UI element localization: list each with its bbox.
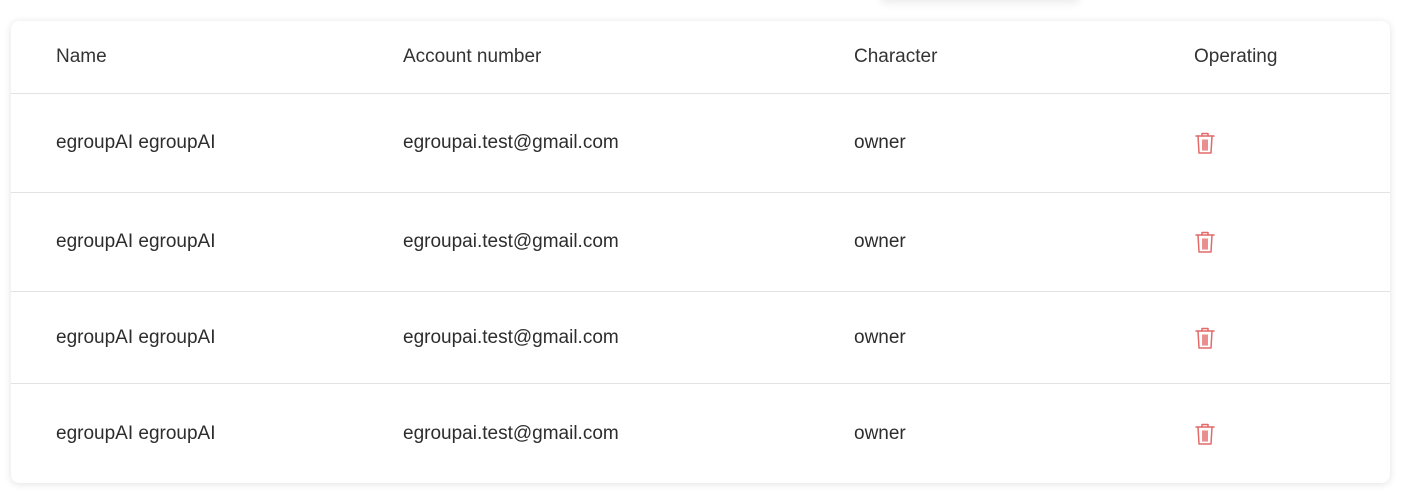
members-table: Name Account number Character Operating … [11,21,1390,483]
trash-icon [1195,423,1215,445]
table-row: egroupAI egroupAI egroupai.test@gmail.co… [11,94,1390,193]
delete-member-button[interactable] [1194,325,1216,351]
table-row: egroupAI egroupAI egroupai.test@gmail.co… [11,384,1390,483]
member-account: egroupai.test@gmail.com [403,422,619,444]
member-account: egroupai.test@gmail.com [403,132,619,153]
operating-cell [1194,193,1216,291]
column-header-name: Name [56,46,107,67]
trash-icon [1195,327,1215,349]
member-name: egroupAI egroupAI [56,422,216,444]
trash-icon [1195,132,1215,154]
operating-cell [1194,94,1216,192]
member-character: owner [854,231,906,252]
table-header: Name Account number Character Operating [11,21,1390,94]
delete-member-button[interactable] [1194,421,1216,447]
member-account: egroupai.test@gmail.com [403,231,619,252]
member-character: owner [854,422,906,444]
column-header-operating: Operating [1194,46,1278,67]
member-character: owner [854,326,906,348]
column-header-account-number: Account number [403,46,542,67]
member-character: owner [854,132,906,153]
member-account: egroupai.test@gmail.com [403,326,619,348]
delete-member-button[interactable] [1194,229,1216,255]
operating-cell [1194,384,1216,483]
operating-cell [1194,292,1216,383]
column-header-character: Character [854,46,938,67]
table-row: egroupAI egroupAI egroupai.test@gmail.co… [11,193,1390,292]
delete-member-button[interactable] [1194,130,1216,156]
trash-icon [1195,231,1215,253]
member-name: egroupAI egroupAI [56,231,216,252]
member-name: egroupAI egroupAI [56,132,216,153]
table-row: egroupAI egroupAI egroupai.test@gmail.co… [11,292,1390,384]
member-name: egroupAI egroupAI [56,326,216,348]
